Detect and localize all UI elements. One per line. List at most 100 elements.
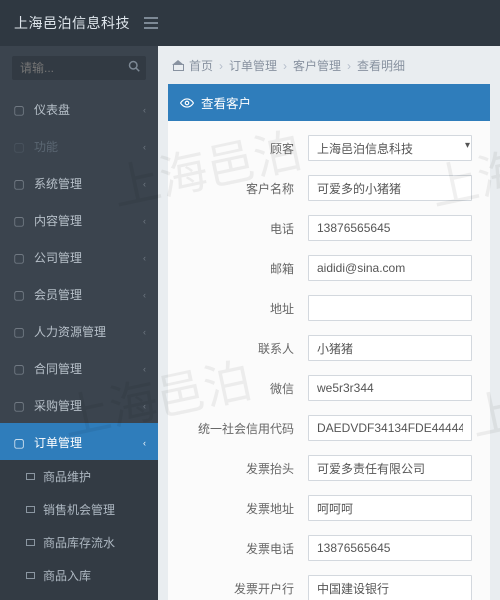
sidebar-item[interactable]: ▢ 公司管理 ‹ (0, 238, 158, 275)
sidebar-submenu: 商品维护销售机会管理商品库存流水商品入库订单录入商品出库客户管理客户订单开票数据… (0, 460, 158, 600)
chevron-left-icon: ‹ (143, 179, 146, 189)
sidebar-item-label: 订单管理 (34, 434, 135, 451)
field-label: 统一社会信用代码 (168, 420, 308, 437)
sidebar-item[interactable]: ▢ 系统管理 ‹ (0, 164, 158, 201)
home-icon (172, 60, 184, 71)
search-input[interactable] (12, 56, 146, 80)
sidebar-subitem[interactable]: 商品库存流水 (0, 526, 158, 559)
sidebar-item[interactable]: ▢ 功能 ‹ (0, 127, 158, 164)
form-field: 联系人 (168, 335, 478, 361)
breadcrumb-sep: › (283, 59, 287, 73)
sidebar-subitem[interactable]: 销售机会管理 (0, 493, 158, 526)
brand-title: 上海邑泊信息科技 (14, 13, 130, 33)
menu-icon: ▢ (12, 362, 26, 376)
breadcrumb-item[interactable]: 订单管理 (229, 57, 277, 74)
field-input[interactable] (308, 175, 472, 201)
sidebar-subitem-label: 销售机会管理 (43, 501, 115, 518)
sidebar-subitem[interactable]: 商品维护 (0, 460, 158, 493)
field-label: 发票地址 (168, 500, 308, 517)
menu-icon: ▢ (12, 399, 26, 413)
breadcrumb-home[interactable]: 首页 (172, 57, 213, 74)
sidebar-subitem-label: 商品维护 (43, 468, 91, 485)
field-input[interactable] (308, 215, 472, 241)
chevron-left-icon: ‹ (143, 253, 146, 263)
field-label: 发票电话 (168, 540, 308, 557)
breadcrumb: 首页 › 订单管理 › 客户管理 › 查看明细 (158, 46, 500, 84)
breadcrumb-item[interactable]: 客户管理 (293, 57, 341, 74)
field-label: 发票抬头 (168, 460, 308, 477)
menu-icon: ▢ (12, 103, 26, 117)
chevron-left-icon: ‹ (143, 438, 146, 448)
sidebar-item-label: 公司管理 (34, 249, 135, 266)
sub-icon (26, 539, 35, 546)
sub-icon (26, 473, 35, 480)
form-field: 发票抬头 (168, 455, 478, 481)
field-label: 电话 (168, 220, 308, 237)
chevron-left-icon: ‹ (143, 290, 146, 300)
form-field: 地址 (168, 295, 478, 321)
field-input[interactable] (308, 295, 472, 321)
chevron-left-icon: ‹ (143, 105, 146, 115)
sidebar-item-label: 采购管理 (34, 397, 135, 414)
form-field: 微信 (168, 375, 478, 401)
field-label: 顾客 (168, 140, 308, 157)
menu-icon: ▢ (12, 325, 26, 339)
sidebar-item-label: 系统管理 (34, 175, 135, 192)
sidebar-subitem[interactable]: 商品入库 (0, 559, 158, 592)
sidebar-menu: ▢ 仪表盘 ‹ ▢ 功能 ‹ ▢ 系统管理 ‹ ▢ 内容管理 ‹ ▢ 公司管理 ‹ ▢ 会员管理 ‹ ▢ 人力资源管理… (0, 90, 158, 600)
menu-icon: ▢ (12, 436, 26, 450)
breadcrumb-sep: › (347, 59, 351, 73)
sub-icon (26, 572, 35, 579)
sidebar-item[interactable]: ▢ 订单管理 ‹ (0, 423, 158, 460)
sidebar-item-label: 会员管理 (34, 286, 135, 303)
menu-icon: ▢ (12, 251, 26, 265)
form-field: 邮箱 (168, 255, 478, 281)
sidebar-item-label: 人力资源管理 (34, 323, 135, 340)
chevron-left-icon: ‹ (143, 142, 146, 152)
sidebar-item-label: 内容管理 (34, 212, 135, 229)
sidebar-item-label: 功能 (34, 138, 135, 155)
sidebar-item[interactable]: ▢人力资源管理‹ (0, 312, 158, 349)
menu-icon: ▢ (12, 140, 26, 154)
panel-body: 顾客客户名称电话邮箱地址联系人微信统一社会信用代码发票抬头发票地址发票电话发票开… (168, 121, 490, 600)
panel: 查看客户 顾客客户名称电话邮箱地址联系人微信统一社会信用代码发票抬头发票地址发票… (168, 84, 490, 600)
field-input[interactable] (308, 335, 472, 361)
main-area: 首页 › 订单管理 › 客户管理 › 查看明细 查看客户 顾客客户名称电话邮箱地… (158, 46, 500, 600)
panel-title: 查看客户 (201, 93, 251, 112)
field-input[interactable] (308, 575, 472, 600)
sidebar-subitem-label: 商品库存流水 (43, 534, 115, 551)
field-input[interactable] (308, 455, 472, 481)
field-input[interactable] (308, 415, 472, 441)
sidebar-item[interactable]: ▢会员管理‹ (0, 275, 158, 312)
field-label: 发票开户行 (168, 580, 308, 597)
field-label: 客户名称 (168, 180, 308, 197)
breadcrumb-item: 查看明细 (357, 57, 405, 74)
form-field: 统一社会信用代码 (168, 415, 478, 441)
search-icon[interactable] (128, 60, 140, 75)
menu-icon: ▢ (12, 214, 26, 228)
field-label: 联系人 (168, 340, 308, 357)
form-field: 发票电话 (168, 535, 478, 561)
chevron-left-icon: ‹ (143, 401, 146, 411)
form-field: 发票地址 (168, 495, 478, 521)
field-input[interactable] (308, 495, 472, 521)
customer-select[interactable] (308, 135, 472, 161)
menu-toggle-icon[interactable] (144, 17, 158, 29)
sidebar-item[interactable]: ▢内容管理‹ (0, 201, 158, 238)
form-field: 发票开户行 (168, 575, 478, 600)
view-icon (180, 96, 194, 110)
field-input[interactable] (308, 535, 472, 561)
form-field: 客户名称 (168, 175, 478, 201)
sidebar-subitem[interactable]: 订单录入 (0, 592, 158, 600)
field-input[interactable] (308, 255, 472, 281)
field-input[interactable] (308, 375, 472, 401)
sidebar-item[interactable]: ▢ 仪表盘 ‹ (0, 90, 158, 127)
sidebar-item[interactable]: ▢合同管理‹ (0, 349, 158, 386)
menu-icon: ▢ (12, 177, 26, 191)
field-label: 邮箱 (168, 260, 308, 277)
sidebar-item[interactable]: ▢ 采购管理 ‹ (0, 386, 158, 423)
sidebar-item-label: 仪表盘 (34, 101, 135, 118)
sidebar-subitem-label: 商品入库 (43, 567, 91, 584)
sub-icon (26, 506, 35, 513)
chevron-left-icon: ‹ (143, 364, 146, 374)
